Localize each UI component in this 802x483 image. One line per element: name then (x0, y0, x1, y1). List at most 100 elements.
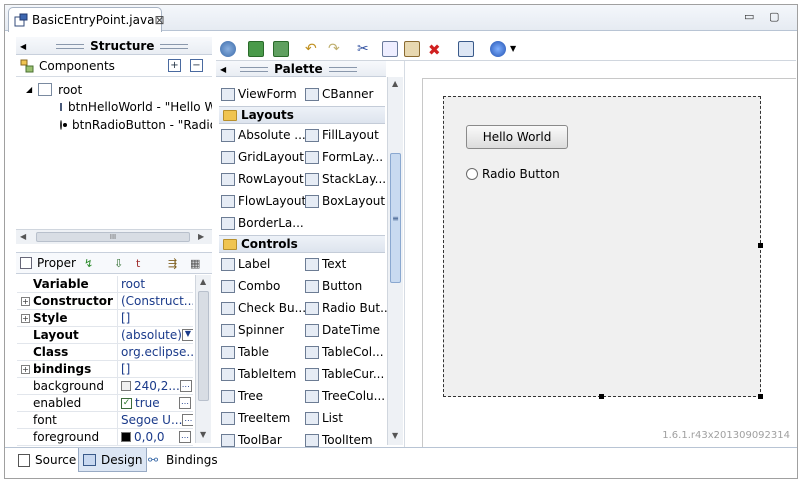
property-row[interactable]: Variable root (17, 276, 193, 293)
ellipsis-button[interactable]: … (179, 380, 192, 392)
property-value[interactable]: Segoe U...… (118, 412, 193, 428)
undo-icon[interactable]: ↶ (305, 41, 321, 57)
layouts-category[interactable]: Layouts (219, 106, 385, 124)
collapse-palette-icon[interactable]: ◀ (220, 65, 226, 74)
tree-expand-icon[interactable]: ◢ (26, 85, 32, 94)
resize-handle[interactable] (758, 243, 763, 248)
property-row[interactable]: + Style[] (17, 310, 193, 327)
delete-icon[interactable]: ✖ (428, 41, 444, 59)
radio-circle[interactable] (466, 168, 478, 180)
property-row[interactable]: + bindings[] (17, 361, 193, 378)
property-value[interactable]: [] (118, 310, 193, 326)
palette-item[interactable]: Button (305, 276, 362, 296)
cut-icon[interactable]: ✂ (357, 41, 373, 57)
design-tab[interactable]: Design (78, 448, 148, 472)
palette-item[interactable]: RowLayout (221, 169, 304, 189)
property-value[interactable]: ✓ true… (118, 395, 193, 411)
property-value[interactable]: [] (118, 361, 193, 377)
expand-all-icon[interactable]: + (168, 59, 181, 72)
scroll-down-icon[interactable]: ▼ (200, 430, 206, 439)
property-row[interactable]: + Constructor (Construct... (17, 293, 193, 310)
palette-item[interactable]: Spinner (221, 320, 284, 340)
palette-item[interactable]: CBanner (305, 84, 374, 104)
dropdown-icon[interactable]: ▼ (181, 329, 193, 341)
refresh-icon[interactable] (273, 41, 289, 57)
palette-item[interactable]: BoxLayout (305, 191, 385, 211)
property-row[interactable]: background 240,2...… (17, 378, 193, 395)
property-row[interactable]: enabled ✓ true… (17, 395, 193, 412)
resize-handle[interactable] (758, 394, 763, 399)
palette-vscrollbar[interactable]: ▲ ≡ ▼ (387, 77, 403, 445)
palette-item[interactable]: StackLay... (305, 169, 386, 189)
property-row[interactable]: font Segoe U...… (17, 412, 193, 429)
checkbox-icon[interactable]: ✓ (121, 397, 132, 409)
tree-node-hello[interactable]: btnHelloWorld - "Hello W (60, 98, 212, 115)
property-row[interactable]: Layout (absolute) ▼ (17, 327, 193, 344)
scroll-thumb[interactable]: ≡ (390, 153, 401, 283)
locale-dropdown-icon[interactable]: ▼ (510, 41, 526, 57)
resize-handle[interactable] (599, 394, 604, 399)
palette-item[interactable]: Radio But... (305, 298, 392, 318)
drag-grip[interactable] (160, 43, 189, 49)
test-gui-icon[interactable] (248, 41, 264, 57)
palette-item[interactable]: Combo (221, 276, 280, 296)
property-value[interactable]: org.eclipse.... (118, 344, 193, 360)
palette-item[interactable]: Label (221, 254, 270, 274)
radio-button[interactable]: Radio Button (466, 167, 560, 181)
drag-grip[interactable] (240, 66, 269, 72)
source-tab[interactable]: Source (14, 448, 80, 472)
paste-icon[interactable] (404, 41, 420, 57)
property-value[interactable]: 240,2...… (118, 378, 193, 394)
preview-icon[interactable] (220, 41, 236, 57)
scroll-right-icon[interactable]: ▶ (198, 232, 204, 241)
palette-item[interactable]: FillLayout (305, 125, 379, 145)
ellipsis-button[interactable]: … (179, 431, 191, 443)
palette-item[interactable]: List (305, 408, 343, 428)
scroll-up-icon[interactable]: ▲ (200, 277, 206, 286)
property-row[interactable]: foreground 0,0,0… (17, 429, 193, 446)
ellipsis-button[interactable]: … (179, 397, 191, 409)
palette-item[interactable]: Tree (221, 386, 263, 406)
palette-item[interactable]: GridLayout (221, 147, 304, 167)
property-value[interactable]: (Construct... (118, 293, 193, 309)
palette-item[interactable]: TableCol... (305, 342, 384, 362)
palette-item[interactable]: TreeItem (221, 408, 290, 428)
close-tab-icon[interactable]: ⊠ (154, 13, 164, 27)
palette-item[interactable]: Table (221, 342, 269, 362)
show-events-icon[interactable]: ↯ (84, 257, 98, 271)
properties-menu-icon[interactable]: ▦ (190, 257, 204, 271)
palette-item[interactable]: TableCur... (305, 364, 384, 384)
property-value[interactable]: 0,0,0… (118, 429, 193, 445)
palette-item[interactable]: TreeColu... (305, 386, 385, 406)
tree-hscrollbar[interactable]: ◀ III ▶ (16, 229, 212, 244)
scroll-left-icon[interactable]: ◀ (20, 232, 26, 241)
scroll-up-icon[interactable]: ▲ (392, 79, 398, 88)
maximize-icon[interactable]: ▢ (769, 10, 779, 23)
property-value[interactable]: root (118, 276, 193, 292)
drag-grip[interactable] (56, 43, 85, 49)
palette-item[interactable]: ViewForm (221, 84, 297, 104)
properties-vscrollbar[interactable]: ▲ ▼ (195, 275, 211, 443)
expand-icon[interactable]: + (21, 364, 30, 374)
minimize-icon[interactable]: ▭ (744, 10, 754, 23)
copy-icon[interactable] (382, 41, 398, 57)
expand-icon[interactable]: + (21, 313, 30, 323)
redo-icon[interactable]: ↷ (328, 41, 344, 57)
palette-item[interactable]: TableItem (221, 364, 296, 384)
drag-grip[interactable] (328, 66, 357, 72)
palette-item[interactable]: FormLay... (305, 147, 383, 167)
editor-tab[interactable]: BasicEntryPoint.java ⊠ (8, 7, 165, 32)
controls-category[interactable]: Controls (219, 235, 385, 253)
palette-item[interactable]: DateTime (305, 320, 380, 340)
scroll-thumb[interactable]: III (36, 232, 190, 242)
collapse-left-icon[interactable]: ◀ (20, 42, 26, 51)
palette-item[interactable]: FlowLayout (221, 191, 306, 211)
scroll-down-icon[interactable]: ▼ (392, 431, 398, 440)
scroll-thumb[interactable] (198, 291, 209, 401)
palette-item[interactable]: Text (305, 254, 346, 274)
ellipsis-button[interactable]: … (182, 414, 193, 426)
palette-item[interactable]: Check Bu... (221, 298, 306, 318)
tree-root[interactable]: ◢ root (26, 81, 82, 98)
property-value[interactable]: (absolute) ▼ (118, 327, 193, 343)
tab-order-icon[interactable] (458, 41, 474, 57)
